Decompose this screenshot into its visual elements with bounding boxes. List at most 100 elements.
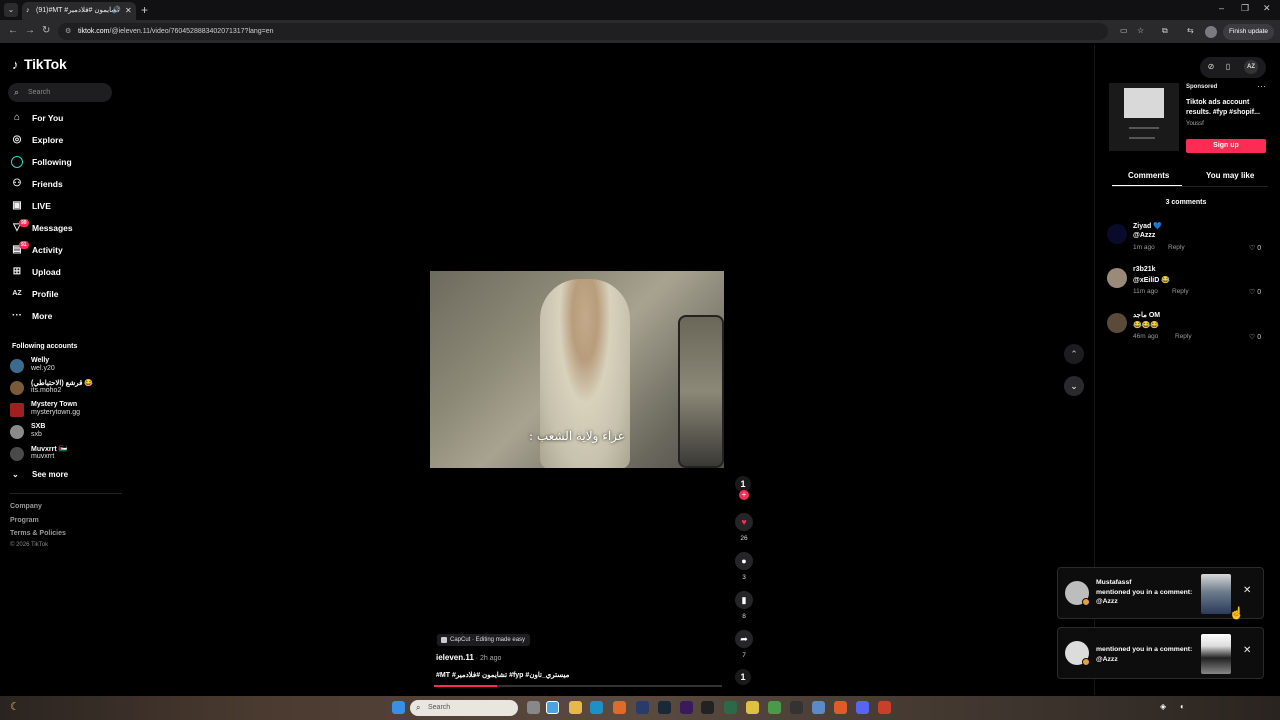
app-icon[interactable] — [680, 701, 693, 714]
extensions-icon[interactable]: ⧉ — [1162, 26, 1168, 36]
close-icon[interactable]: ✕ — [1243, 585, 1251, 596]
chevron-down-icon: ⌄ — [12, 470, 19, 479]
app-icon[interactable] — [812, 701, 825, 714]
comment-author[interactable]: ماجد OM — [1133, 311, 1160, 319]
app-icon[interactable] — [746, 701, 759, 714]
nav-following[interactable]: Following — [10, 154, 72, 170]
reload-icon[interactable]: ↻ — [42, 25, 50, 36]
minimize-button[interactable]: – — [1219, 3, 1224, 13]
avatar[interactable] — [1107, 268, 1127, 288]
nav-explore[interactable]: ◎ Explore — [10, 132, 64, 148]
new-tab-button[interactable]: + — [141, 2, 148, 18]
footer-program-link[interactable]: Program — [10, 517, 39, 524]
ad-title[interactable]: Tiktok ads account results. #fyp #shopif… — [1186, 98, 1268, 118]
back-icon[interactable]: ← — [8, 25, 18, 36]
app-icon[interactable] — [768, 701, 781, 714]
audio-playing-icon[interactable]: 🔊 — [112, 2, 121, 20]
maximize-button[interactable]: ❐ — [1241, 3, 1249, 14]
heart-outline-icon: ♡ — [1249, 289, 1256, 296]
reply-button[interactable]: Reply — [1172, 288, 1189, 295]
nav-friends[interactable]: ⚇ Friends — [10, 176, 63, 192]
tab-close-icon[interactable]: ✕ — [125, 2, 132, 20]
comment-like-button[interactable]: ♡ 0 — [1249, 288, 1261, 296]
video-author[interactable]: ieleven.11 · 2h ago — [436, 653, 501, 662]
nav-for-you[interactable]: ⌂ For You — [10, 110, 63, 126]
comment-author[interactable]: r3b21k — [1133, 266, 1156, 273]
share-icon: ➦ — [735, 630, 753, 648]
network-icon[interactable]: ◈ — [1160, 702, 1166, 711]
next-video-button[interactable]: ⌄ — [1064, 376, 1084, 396]
avatar[interactable] — [1107, 313, 1127, 333]
capcut-tag[interactable]: CapCut · Editing made easy — [437, 634, 531, 646]
video-player[interactable]: عزاء ولاية الشعب : — [430, 271, 724, 468]
avatar — [10, 403, 24, 417]
nav-more[interactable]: ··· More — [10, 308, 52, 324]
tab-comments[interactable]: Comments — [1128, 171, 1169, 180]
forward-icon[interactable]: → — [25, 25, 35, 36]
site-info-icon[interactable]: ⚙ — [65, 23, 71, 40]
discord-icon[interactable] — [856, 701, 869, 714]
sign-up-button[interactable]: Sign up — [1186, 139, 1266, 153]
app-icon[interactable] — [613, 701, 626, 714]
weather-icon[interactable]: ☾ — [10, 700, 20, 713]
close-window-button[interactable]: ✕ — [1263, 3, 1271, 14]
app-icon[interactable] — [878, 701, 891, 714]
nav-activity[interactable]: ▤ 91 Activity — [10, 241, 63, 258]
start-icon[interactable] — [392, 701, 405, 714]
nav-live[interactable]: ▣ LIVE — [10, 198, 51, 214]
video-progress-bar[interactable] — [434, 685, 722, 687]
comment-button[interactable]: ● 3 — [735, 552, 753, 581]
reply-button[interactable]: Reply — [1168, 244, 1185, 251]
bookmark-star-icon[interactable]: ☆ — [1137, 26, 1144, 35]
close-icon[interactable]: ✕ — [1243, 645, 1251, 656]
like-button[interactable]: ♥ 26 — [735, 513, 753, 542]
app-icon[interactable] — [790, 701, 803, 714]
previous-video-button[interactable]: ⌃ — [1064, 344, 1084, 364]
nav-upload[interactable]: ⊞ Upload — [10, 264, 61, 280]
avatar[interactable] — [1107, 224, 1127, 244]
app-icon[interactable] — [701, 701, 714, 714]
footer-company-link[interactable]: Company — [10, 503, 42, 510]
finish-update-button[interactable]: Finish update — [1223, 24, 1275, 40]
tab-search-button[interactable]: ⌄ — [4, 3, 18, 17]
ad-more-icon[interactable]: ··· — [1257, 81, 1266, 91]
tab-you-may-like[interactable]: You may like — [1206, 171, 1254, 180]
nav-messages[interactable]: ▽ 99 Messages — [10, 219, 73, 236]
follow-plus-button[interactable]: + — [739, 490, 749, 500]
video-description[interactable]: #MT #تشايمون #فلادمير #fyp #ميستري_تاون — [436, 671, 569, 679]
notification-thumbnail — [1201, 574, 1231, 614]
comment-text: 😂😂😂 — [1133, 322, 1160, 329]
task-view-icon[interactable] — [527, 701, 540, 714]
browser-tab[interactable]: ♪ (91)#MT #تشايمون #فلادمير 🔊 ✕ — [22, 2, 136, 20]
share-button[interactable]: ➦ 7 — [735, 630, 753, 659]
compass-icon[interactable]: ⊘ — [1204, 60, 1218, 74]
phone-icon[interactable]: ▯ — [1221, 60, 1235, 74]
comment-like-button[interactable]: ♡ 0 — [1249, 333, 1261, 341]
comment-like-button[interactable]: ♡ 0 — [1249, 244, 1261, 252]
cast-icon[interactable]: ▭ — [1120, 26, 1128, 35]
profile-avatar[interactable]: AZ — [1244, 60, 1258, 74]
browser-profile-avatar[interactable] — [1205, 26, 1217, 38]
sidebar-toggle-icon[interactable]: ⇆ — [1187, 26, 1194, 35]
volume-icon[interactable]: ◐ — [1180, 702, 1185, 711]
taskbar-search[interactable]: ⌕ Search — [410, 700, 518, 716]
reply-button[interactable]: Reply — [1175, 333, 1192, 340]
edge-icon[interactable] — [590, 701, 603, 714]
comment-author[interactable]: Ziyad 💙 — [1133, 222, 1162, 230]
tiktok-logo[interactable]: ♪ TikTok — [12, 56, 67, 72]
app-icon[interactable] — [636, 701, 649, 714]
save-button[interactable]: ▮ 8 — [735, 591, 753, 620]
address-bar[interactable]: ⚙ tiktok.com/@ieleven.11/video/760452888… — [58, 23, 1108, 40]
music-disc[interactable]: 1 — [735, 669, 751, 685]
nav-profile[interactable]: AZ Profile — [10, 286, 58, 302]
steam-icon[interactable] — [658, 701, 671, 714]
file-explorer-icon[interactable] — [569, 701, 582, 714]
chrome-icon[interactable] — [546, 701, 559, 714]
app-icon[interactable] — [724, 701, 737, 714]
see-more-button[interactable]: ⌄ See more — [12, 470, 68, 479]
search-input[interactable]: ⌕ Search — [8, 83, 112, 102]
footer-terms-link[interactable]: Terms & Policies — [10, 530, 66, 537]
brave-icon[interactable] — [834, 701, 847, 714]
ad-thumbnail[interactable] — [1109, 83, 1179, 151]
mention-notification[interactable]: mentioned you in a comment: @Azzz ✕ — [1057, 627, 1264, 679]
